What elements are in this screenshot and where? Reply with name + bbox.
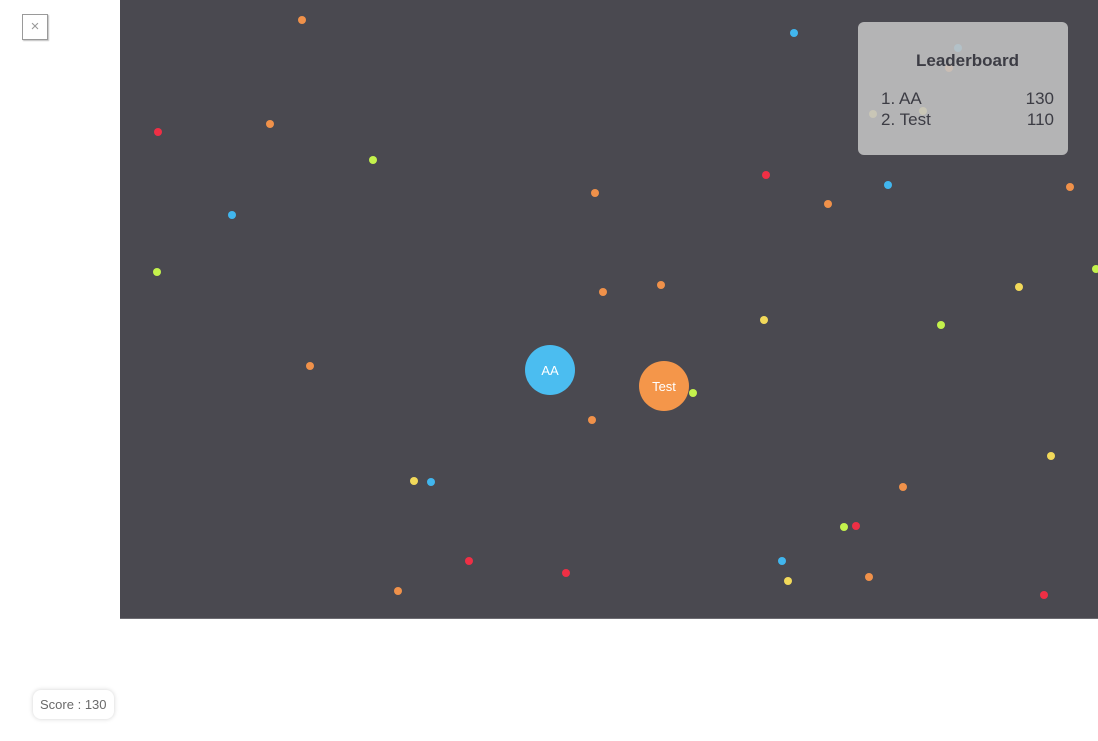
player-name-label: Test: [652, 378, 676, 394]
leaderboard-panel: Leaderboard 1. AA 130 2. Test 110: [858, 22, 1068, 155]
food-pellet: [306, 362, 314, 370]
food-pellet: [228, 211, 236, 219]
food-pellet: [369, 156, 377, 164]
food-pellet: [562, 569, 570, 577]
leaderboard-score: 110: [1026, 110, 1054, 129]
score-label: Score: [40, 697, 74, 712]
food-pellet: [840, 523, 848, 531]
leaderboard-score: 130: [1025, 89, 1054, 108]
food-pellet: [778, 557, 786, 565]
food-pellet: [762, 171, 770, 179]
food-pellet: [410, 477, 418, 485]
score-display: Score : 130: [33, 690, 114, 719]
leaderboard-name: Test: [899, 110, 931, 129]
food-pellet: [1092, 265, 1098, 273]
food-pellet: [790, 29, 798, 37]
food-pellet: [394, 587, 402, 595]
food-pellet: [266, 120, 274, 128]
food-pellet: [588, 416, 596, 424]
food-pellet: [599, 288, 607, 296]
food-pellet: [784, 577, 792, 585]
food-pellet: [154, 128, 162, 136]
food-pellet: [1066, 183, 1074, 191]
food-pellet: [1040, 591, 1048, 599]
food-pellet: [865, 573, 873, 581]
food-pellet: [937, 321, 945, 329]
close-button[interactable]: ×: [22, 14, 48, 40]
food-pellet: [427, 478, 435, 486]
leaderboard-title: Leaderboard: [916, 51, 1019, 70]
leaderboard-rank: 1.: [881, 89, 896, 108]
food-pellet: [852, 522, 860, 530]
score-separator: :: [73, 697, 85, 712]
player-cell-aa: AA: [525, 345, 575, 395]
food-pellet: [760, 316, 768, 324]
leaderboard-rank: 2.: [881, 110, 896, 129]
food-pellet: [899, 483, 907, 491]
food-pellet: [1047, 452, 1055, 460]
food-pellet: [657, 281, 665, 289]
food-pellet: [465, 557, 473, 565]
food-pellet: [689, 389, 697, 397]
leaderboard-player: 2. Test: [881, 109, 931, 130]
score-value: 130: [84, 697, 107, 712]
leaderboard-name: AA: [898, 89, 922, 108]
food-pellet: [824, 200, 832, 208]
food-pellet: [153, 268, 161, 276]
leaderboard-row: 1. AA 130: [881, 88, 1054, 109]
food-pellet: [884, 181, 892, 189]
food-pellet: [591, 189, 599, 197]
food-pellet: [1015, 283, 1023, 291]
leaderboard-row: 2. Test 110: [881, 109, 1054, 130]
player-name-label: AA: [541, 362, 559, 378]
food-pellet: [298, 16, 306, 24]
leaderboard-player: 1. AA: [881, 88, 922, 109]
player-cell-test: Test: [639, 361, 689, 411]
